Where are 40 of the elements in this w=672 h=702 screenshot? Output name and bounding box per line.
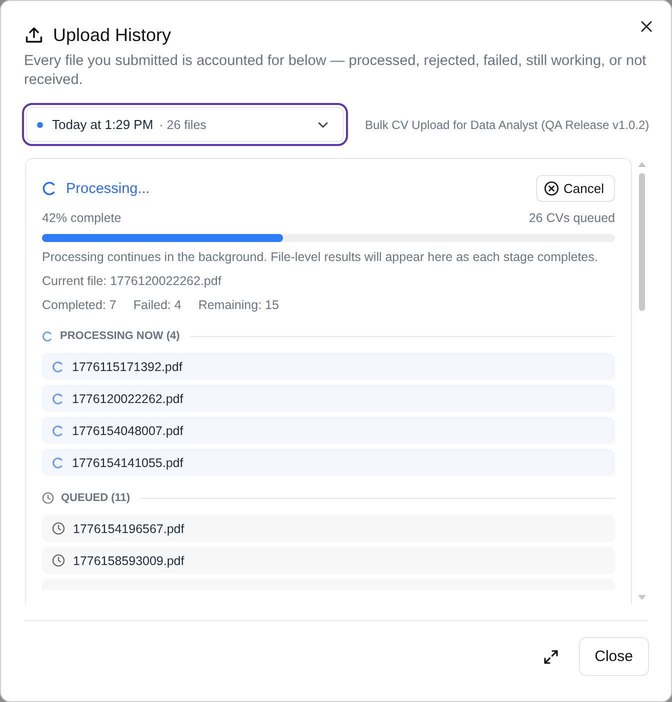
file-name: 1776120022262.pdf bbox=[72, 392, 184, 406]
stat-count: Completed: 7 bbox=[42, 297, 116, 314]
queued-count: 26 CVs queued bbox=[528, 210, 615, 227]
upload-icon bbox=[25, 26, 43, 44]
spinner-icon bbox=[52, 456, 64, 468]
x-circle-icon bbox=[544, 181, 559, 196]
clock-icon bbox=[42, 492, 54, 504]
processing-status: Processing... bbox=[66, 180, 150, 196]
chevron-down-icon bbox=[318, 122, 328, 128]
spinner-icon bbox=[42, 330, 53, 342]
spinner-icon bbox=[42, 181, 57, 196]
file-name: 1776158593009.pdf bbox=[73, 554, 184, 568]
file-name: 1776154048007.pdf bbox=[72, 424, 184, 438]
scrollbar-thumb[interactable] bbox=[639, 173, 645, 311]
stat-count: Remaining: 15 bbox=[198, 297, 279, 314]
current-file: Current file: 1776120022262.pdf bbox=[42, 273, 222, 290]
session-dropdown[interactable]: Today at 1:29 PM · 26 files bbox=[22, 103, 348, 146]
clock-icon bbox=[52, 522, 65, 535]
stat-count: Failed: 4 bbox=[133, 297, 182, 314]
cancel-button[interactable]: Cancel bbox=[536, 175, 615, 202]
close-icon[interactable] bbox=[641, 21, 652, 32]
dialog-description: Every file you submitted is accounted for below — processed, rejected, failed, still working, or not received. bbox=[24, 52, 648, 90]
close-button[interactable]: Close bbox=[578, 637, 649, 676]
section-heading: PROCESSING NOW (4) bbox=[60, 330, 180, 342]
scroll-down-arrow-icon[interactable] bbox=[638, 595, 646, 600]
spinner-icon bbox=[52, 392, 64, 404]
spinner-icon bbox=[52, 360, 64, 372]
spinner-icon bbox=[52, 424, 64, 436]
file-name: 1776154196567.pdf bbox=[73, 522, 184, 536]
dialog-title: Upload History bbox=[53, 24, 172, 47]
file-name: 1776115171392.pdf bbox=[72, 360, 182, 374]
status-dot-icon bbox=[37, 122, 43, 128]
batch-name: Bulk CV Upload for Data Analyst (QA Release v1.0.2) bbox=[365, 118, 650, 132]
scroll-up-arrow-icon[interactable] bbox=[638, 162, 646, 167]
percent-complete: 42% complete bbox=[42, 210, 122, 227]
clock-icon bbox=[52, 554, 65, 567]
section-heading: QUEUED (11) bbox=[61, 492, 130, 504]
expand-icon[interactable] bbox=[542, 648, 559, 664]
file-name: 1776154141055.pdf bbox=[72, 456, 184, 470]
progress-note: Processing continues in the background. File-level results will appear here as each stage completes. bbox=[42, 249, 599, 266]
